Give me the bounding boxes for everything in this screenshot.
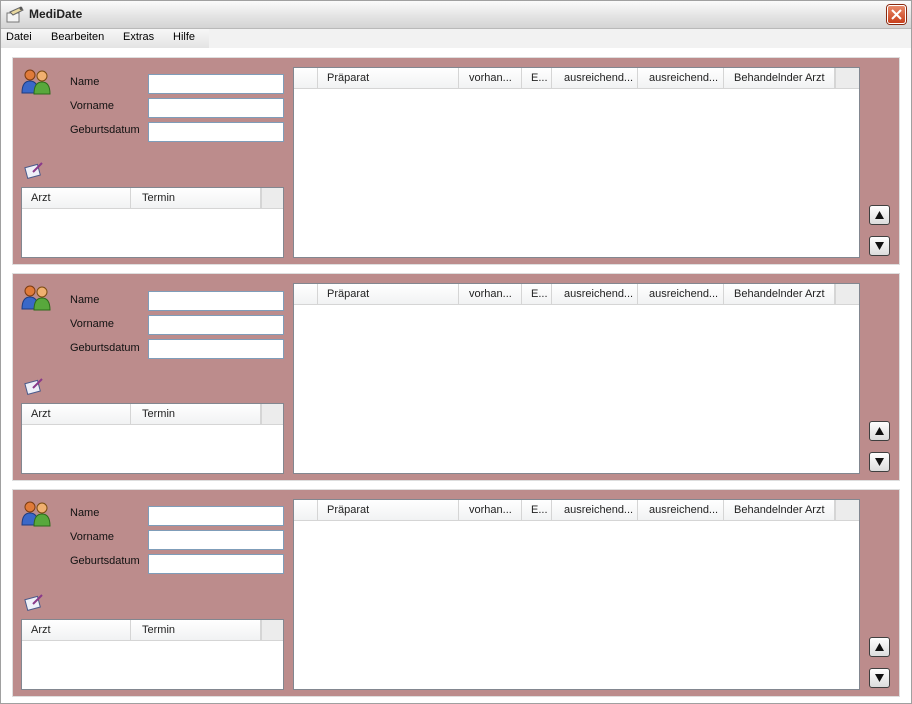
appointments-header: Arzt Termin <box>22 404 283 425</box>
patient-panel-2: Name Vorname Geburtsdatum Arzt Termin Pr… <box>12 273 900 481</box>
column-ausreichend-1[interactable]: ausreichend... <box>552 68 638 88</box>
column-ausreichend-2[interactable]: ausreichend... <box>638 500 724 520</box>
header-filler <box>835 68 859 88</box>
column-blank[interactable] <box>294 284 318 304</box>
column-arzt[interactable]: Arzt <box>22 404 131 424</box>
geburtsdatum-label: Geburtsdatum <box>70 124 140 136</box>
move-up-button[interactable] <box>869 205 890 225</box>
arrow-up-icon <box>875 643 884 651</box>
arrow-up-icon <box>875 211 884 219</box>
column-vorhanden[interactable]: vorhan... <box>459 500 522 520</box>
column-termin[interactable]: Termin <box>131 188 261 208</box>
menu-datei[interactable]: Datei <box>6 31 32 43</box>
patient-panel-3: Name Vorname Geburtsdatum Arzt Termin Pr… <box>12 489 900 697</box>
column-e[interactable]: E... <box>522 500 552 520</box>
column-termin[interactable]: Termin <box>131 404 261 424</box>
header-filler <box>261 188 283 208</box>
patients-icon <box>21 501 51 527</box>
medication-list[interactable]: Präparat vorhan... E... ausreichend... a… <box>293 283 860 474</box>
vorname-label: Vorname <box>70 318 115 330</box>
move-down-button[interactable] <box>869 236 890 256</box>
column-praeparat[interactable]: Präparat <box>318 500 459 520</box>
vorname-input[interactable] <box>148 530 284 550</box>
column-vorhanden[interactable]: vorhan... <box>459 68 522 88</box>
name-label: Name <box>70 76 100 88</box>
name-label: Name <box>70 507 100 519</box>
geburtsdatum-label: Geburtsdatum <box>70 342 140 354</box>
window-title: MediDate <box>29 7 83 21</box>
medication-header: Präparat vorhan... E... ausreichend... a… <box>294 500 859 521</box>
app-window: MediDate Datei Bearbeiten Extras Hilfe N… <box>0 0 912 704</box>
column-ausreichend-1[interactable]: ausreichend... <box>552 284 638 304</box>
move-up-button[interactable] <box>869 637 890 657</box>
name-input[interactable] <box>148 291 284 311</box>
move-up-button[interactable] <box>869 421 890 441</box>
appointment-edit-icon <box>24 594 43 611</box>
geburtsdatum-label: Geburtsdatum <box>70 555 140 567</box>
column-vorhanden[interactable]: vorhan... <box>459 284 522 304</box>
move-down-button[interactable] <box>869 452 890 472</box>
column-arzt[interactable]: Arzt <box>22 188 131 208</box>
close-button[interactable] <box>887 5 906 24</box>
appointments-header: Arzt Termin <box>22 188 283 209</box>
menu-bar: Datei Bearbeiten Extras Hilfe <box>1 29 911 48</box>
arrow-down-icon <box>875 242 884 250</box>
column-ausreichend-2[interactable]: ausreichend... <box>638 284 724 304</box>
medication-header: Präparat vorhan... E... ausreichend... a… <box>294 68 859 89</box>
header-filler <box>835 284 859 304</box>
vorname-input[interactable] <box>148 315 284 335</box>
column-behandelnder-arzt[interactable]: Behandelnder Arzt <box>724 500 835 520</box>
column-blank[interactable] <box>294 500 318 520</box>
medidate-app-icon <box>6 6 24 23</box>
title-bar[interactable]: MediDate <box>1 1 911 29</box>
appointment-edit-icon <box>24 378 43 395</box>
name-label: Name <box>70 294 100 306</box>
arrow-down-icon <box>875 674 884 682</box>
column-termin[interactable]: Termin <box>131 620 261 640</box>
column-praeparat[interactable]: Präparat <box>318 68 459 88</box>
column-behandelnder-arzt[interactable]: Behandelnder Arzt <box>724 68 835 88</box>
arrow-down-icon <box>875 458 884 466</box>
appointment-edit-icon <box>24 162 43 179</box>
menu-hilfe[interactable]: Hilfe <box>173 31 195 43</box>
medication-list[interactable]: Präparat vorhan... E... ausreichend... a… <box>293 67 860 258</box>
geburtsdatum-input[interactable] <box>148 554 284 574</box>
column-ausreichend-1[interactable]: ausreichend... <box>552 500 638 520</box>
geburtsdatum-input[interactable] <box>148 339 284 359</box>
column-e[interactable]: E... <box>522 68 552 88</box>
header-filler <box>261 404 283 424</box>
menu-extras[interactable]: Extras <box>123 31 154 43</box>
column-blank[interactable] <box>294 68 318 88</box>
arrow-up-icon <box>875 427 884 435</box>
vorname-input[interactable] <box>148 98 284 118</box>
geburtsdatum-input[interactable] <box>148 122 284 142</box>
medication-list[interactable]: Präparat vorhan... E... ausreichend... a… <box>293 499 860 690</box>
appointments-list[interactable]: Arzt Termin <box>21 187 284 258</box>
column-ausreichend-2[interactable]: ausreichend... <box>638 68 724 88</box>
patients-icon <box>21 285 51 311</box>
name-input[interactable] <box>148 74 284 94</box>
appointments-list[interactable]: Arzt Termin <box>21 619 284 690</box>
medication-header: Präparat vorhan... E... ausreichend... a… <box>294 284 859 305</box>
column-praeparat[interactable]: Präparat <box>318 284 459 304</box>
column-e[interactable]: E... <box>522 284 552 304</box>
appointments-header: Arzt Termin <box>22 620 283 641</box>
menu-bearbeiten[interactable]: Bearbeiten <box>51 31 104 43</box>
name-input[interactable] <box>148 506 284 526</box>
patient-panel-1: Name Vorname Geburtsdatum Arzt Termin Pr… <box>12 57 900 265</box>
header-filler <box>835 500 859 520</box>
vorname-label: Vorname <box>70 100 115 112</box>
appointments-list[interactable]: Arzt Termin <box>21 403 284 474</box>
header-filler <box>261 620 283 640</box>
column-arzt[interactable]: Arzt <box>22 620 131 640</box>
move-down-button[interactable] <box>869 668 890 688</box>
vorname-label: Vorname <box>70 531 115 543</box>
column-behandelnder-arzt[interactable]: Behandelnder Arzt <box>724 284 835 304</box>
close-icon <box>891 9 902 20</box>
patients-icon <box>21 69 51 95</box>
